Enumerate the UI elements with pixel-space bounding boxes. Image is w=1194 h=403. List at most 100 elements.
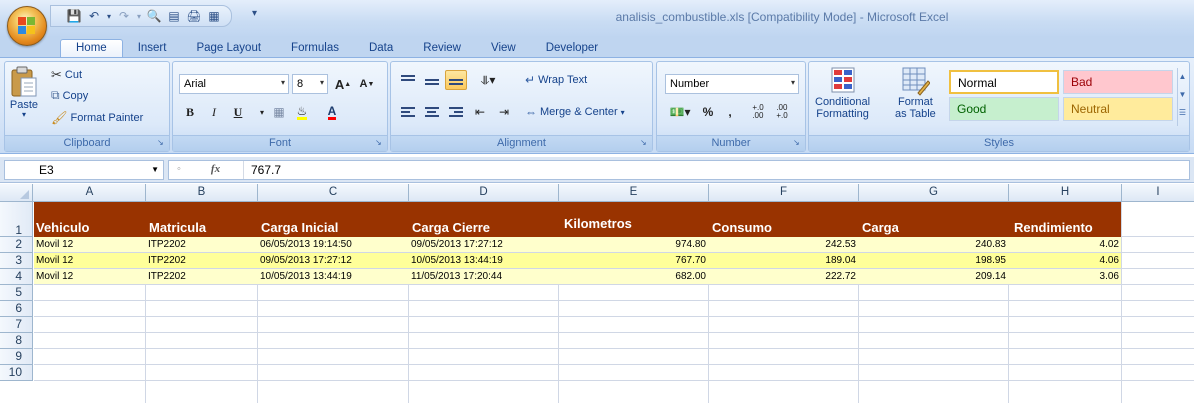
- alignment-launcher-icon[interactable]: ↘: [640, 139, 649, 148]
- row-header-9[interactable]: 9: [0, 349, 33, 365]
- style-neutral[interactable]: Neutral: [1063, 97, 1173, 121]
- increase-decimal-icon[interactable]: +.0.00: [747, 102, 769, 122]
- name-box[interactable]: E3 ▼: [4, 160, 164, 180]
- decrease-indent-icon[interactable]: ⇤: [469, 102, 491, 122]
- align-top-icon[interactable]: [397, 70, 419, 90]
- align-bottom-icon[interactable]: [445, 70, 467, 90]
- header-vehiculo[interactable]: Vehiculo: [36, 220, 89, 235]
- office-button[interactable]: [7, 6, 47, 46]
- number-format-dropdown-icon[interactable]: ▾: [791, 78, 795, 87]
- cell-d4[interactable]: 11/05/2013 17:20:44: [411, 271, 502, 282]
- column-header-c[interactable]: C: [258, 184, 409, 202]
- cell-d3[interactable]: 10/05/2013 13:44:19: [411, 255, 503, 266]
- style-normal[interactable]: Normal: [949, 70, 1059, 94]
- row-header-6[interactable]: 6: [0, 301, 33, 317]
- font-name-dropdown-icon[interactable]: ▾: [281, 78, 285, 87]
- cut-button[interactable]: ✂ Cut: [51, 67, 82, 83]
- format-painter-button[interactable]: 🖌 Format Painter: [51, 110, 143, 126]
- column-header-e[interactable]: E: [559, 184, 709, 202]
- header-carga-cierre[interactable]: Carga Cierre: [412, 220, 490, 235]
- cell-b2[interactable]: ITP2202: [148, 239, 186, 250]
- header-kilometros[interactable]: Kilometros: [564, 216, 632, 231]
- insert-function-icon[interactable]: fx: [211, 163, 220, 175]
- table-row[interactable]: Movil 12 ITP2202 10/05/2013 13:44:19 11/…: [34, 269, 1121, 284]
- accounting-format-icon[interactable]: 💵▾: [665, 102, 695, 122]
- cell-b3[interactable]: ITP2202: [148, 255, 186, 266]
- number-launcher-icon[interactable]: ↘: [793, 139, 802, 148]
- fill-color-icon[interactable]: ♨: [291, 102, 313, 122]
- row-header-10[interactable]: 10: [0, 365, 33, 381]
- conditional-formatting-button[interactable]: Conditional Formatting: [815, 66, 870, 120]
- tab-review[interactable]: Review: [408, 39, 476, 58]
- cell-d2[interactable]: 09/05/2013 17:27:12: [411, 239, 503, 250]
- header-carga[interactable]: Carga: [862, 220, 899, 235]
- row-header-5[interactable]: 5: [0, 285, 33, 301]
- font-launcher-icon[interactable]: ↘: [375, 139, 384, 148]
- shrink-font-icon[interactable]: A ▼: [356, 74, 378, 94]
- style-bad[interactable]: Bad: [1063, 70, 1173, 94]
- worksheet-grid[interactable]: A B C D E F G H I 1 2 3 4 5 6 7 8 9 10 V…: [0, 184, 1194, 403]
- select-all-button[interactable]: [0, 184, 33, 202]
- cell-e3[interactable]: 767.70: [675, 255, 706, 266]
- font-name-combo[interactable]: Arial ▾: [179, 74, 289, 94]
- column-header-f[interactable]: F: [709, 184, 859, 202]
- align-left-icon[interactable]: [397, 102, 419, 122]
- increase-indent-icon[interactable]: ⇥: [493, 102, 515, 122]
- tab-formulas[interactable]: Formulas: [276, 39, 354, 58]
- format-as-table-button[interactable]: Format as Table: [895, 66, 936, 120]
- font-color-icon[interactable]: A: [321, 102, 343, 122]
- header-carga-inicial[interactable]: Carga Inicial: [261, 220, 338, 235]
- header-rendimiento[interactable]: Rendimiento: [1014, 220, 1093, 235]
- font-size-combo[interactable]: 8 ▾: [292, 74, 328, 94]
- decrease-decimal-icon[interactable]: .00 +.0: [771, 102, 793, 122]
- cell-g4[interactable]: 209.14: [975, 271, 1006, 282]
- style-good[interactable]: Good: [949, 97, 1059, 121]
- row-header-7[interactable]: 7: [0, 317, 33, 333]
- name-box-dropdown-icon[interactable]: ▼: [151, 165, 159, 174]
- cell-b4[interactable]: ITP2202: [148, 271, 186, 282]
- column-header-d[interactable]: D: [409, 184, 559, 202]
- orientation-icon[interactable]: ⥥▾: [473, 70, 503, 90]
- tab-developer[interactable]: Developer: [531, 39, 613, 58]
- cell-h3[interactable]: 4.06: [1100, 255, 1119, 266]
- tab-home[interactable]: Home: [60, 39, 123, 58]
- row-header-2[interactable]: 2: [0, 237, 33, 253]
- align-right-icon[interactable]: [445, 102, 467, 122]
- grow-font-icon[interactable]: A ▲: [332, 74, 354, 94]
- cell-h4[interactable]: 3.06: [1100, 271, 1119, 282]
- cell-c3[interactable]: 09/05/2013 17:27:12: [260, 255, 352, 266]
- column-header-h[interactable]: H: [1009, 184, 1122, 202]
- tab-page-layout[interactable]: Page Layout: [181, 39, 276, 58]
- column-header-b[interactable]: B: [146, 184, 258, 202]
- align-center-icon[interactable]: [421, 102, 443, 122]
- cell-g3[interactable]: 198.95: [975, 255, 1006, 266]
- cell-a4[interactable]: Movil 12: [36, 271, 73, 282]
- cell-g2[interactable]: 240.83: [975, 239, 1006, 250]
- column-header-i[interactable]: I: [1122, 184, 1194, 202]
- paste-button[interactable]: Paste ▾: [9, 66, 39, 119]
- row-header-8[interactable]: 8: [0, 333, 33, 349]
- table-row[interactable]: Movil 12 ITP2202 06/05/2013 19:14:50 09/…: [34, 237, 1121, 252]
- comma-style-button[interactable]: ,: [719, 102, 741, 122]
- column-header-a[interactable]: A: [34, 184, 146, 202]
- table-row[interactable]: Movil 12 ITP2202 09/05/2013 17:27:12 10/…: [34, 253, 1121, 268]
- percent-style-button[interactable]: %: [697, 102, 719, 122]
- row-header-3[interactable]: 3: [0, 253, 33, 269]
- cell-f3[interactable]: 189.04: [825, 255, 856, 266]
- number-format-combo[interactable]: Number ▾: [665, 74, 799, 94]
- cell-e2[interactable]: 974.80: [675, 239, 706, 250]
- cell-f2[interactable]: 242.53: [825, 239, 856, 250]
- italic-button[interactable]: I: [203, 102, 225, 122]
- header-consumo[interactable]: Consumo: [712, 220, 772, 235]
- row-header-4[interactable]: 4: [0, 269, 33, 285]
- merge-center-button[interactable]: ⇔ Merge & Center ▾: [525, 105, 625, 119]
- cell-a3[interactable]: Movil 12: [36, 255, 73, 266]
- cell-c4[interactable]: 10/05/2013 13:44:19: [260, 271, 352, 282]
- header-matricula[interactable]: Matricula: [149, 220, 206, 235]
- copy-button[interactable]: ⧉ Copy: [51, 88, 88, 103]
- cell-f4[interactable]: 222.72: [825, 271, 856, 282]
- tab-insert[interactable]: Insert: [123, 39, 182, 58]
- cell-e4[interactable]: 682.00: [675, 271, 706, 282]
- row-header-1[interactable]: 1: [0, 202, 33, 237]
- column-header-g[interactable]: G: [859, 184, 1009, 202]
